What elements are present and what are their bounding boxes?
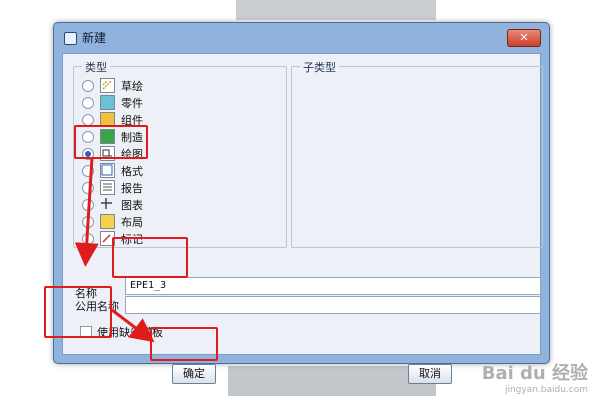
- sketch-icon: [100, 78, 115, 93]
- type-label: 报告: [121, 182, 143, 195]
- radio-format[interactable]: [82, 165, 94, 177]
- radio-markup[interactable]: [82, 233, 94, 245]
- cancel-button[interactable]: 取消: [408, 364, 452, 384]
- annotation-box-name: [112, 237, 188, 278]
- type-option-sketch[interactable]: 草绘: [82, 77, 262, 94]
- baidu-watermark: Bai du 经验 jingyan.baidu.com: [482, 359, 588, 395]
- type-option-report[interactable]: 报告: [82, 179, 262, 196]
- type-group-label: 类型: [82, 59, 110, 75]
- type-label: 零件: [121, 97, 143, 110]
- subtype-group: 子类型: [291, 59, 543, 248]
- background-window-strip: [228, 366, 436, 396]
- annotation-box-drawing: [74, 125, 148, 159]
- type-option-format[interactable]: 格式: [82, 162, 262, 179]
- type-option-diagram[interactable]: 图表: [82, 196, 262, 213]
- type-option-layout[interactable]: 布局: [82, 213, 262, 230]
- annotation-box-template: [44, 286, 112, 338]
- type-option-part[interactable]: 零件: [82, 94, 262, 111]
- radio-sketch[interactable]: [82, 80, 94, 92]
- ok-button[interactable]: 确定: [172, 364, 216, 384]
- close-button[interactable]: ✕: [507, 29, 541, 47]
- subtype-group-label: 子类型: [300, 59, 339, 75]
- radio-diagram[interactable]: [82, 199, 94, 211]
- annotation-box-ok: [150, 327, 218, 361]
- dialog-body: 类型 草绘 零件 组件 制造 绘图 格式 报告 图表 布局 标记 子类型 名称 …: [62, 53, 543, 384]
- common-name-input[interactable]: [125, 296, 541, 314]
- layout-icon: [100, 214, 115, 229]
- watermark-brand: Bai du 经验: [481, 363, 588, 384]
- dialog-titlebar[interactable]: 新建 ✕: [54, 23, 549, 51]
- type-label: 图表: [121, 199, 143, 212]
- part-icon: [100, 95, 115, 110]
- type-label: 草绘: [121, 80, 143, 93]
- radio-layout[interactable]: [82, 216, 94, 228]
- type-label: 布局: [121, 216, 143, 229]
- radio-part[interactable]: [82, 97, 94, 109]
- report-icon: [100, 180, 115, 195]
- type-label: 格式: [121, 165, 143, 178]
- watermark-url: jingyan.baidu.com: [504, 385, 588, 395]
- window-icon: [64, 32, 77, 45]
- diagram-icon: [100, 197, 113, 210]
- format-icon: [100, 163, 115, 178]
- radio-report[interactable]: [82, 182, 94, 194]
- dialog-title: 新建: [82, 31, 107, 45]
- name-input[interactable]: EPE1_3: [125, 277, 541, 295]
- background-window-strip: [236, 0, 436, 20]
- new-file-dialog: 新建 ✕ 类型 草绘 零件 组件 制造 绘图 格式 报告 图表 布局 标记 子类…: [53, 22, 550, 384]
